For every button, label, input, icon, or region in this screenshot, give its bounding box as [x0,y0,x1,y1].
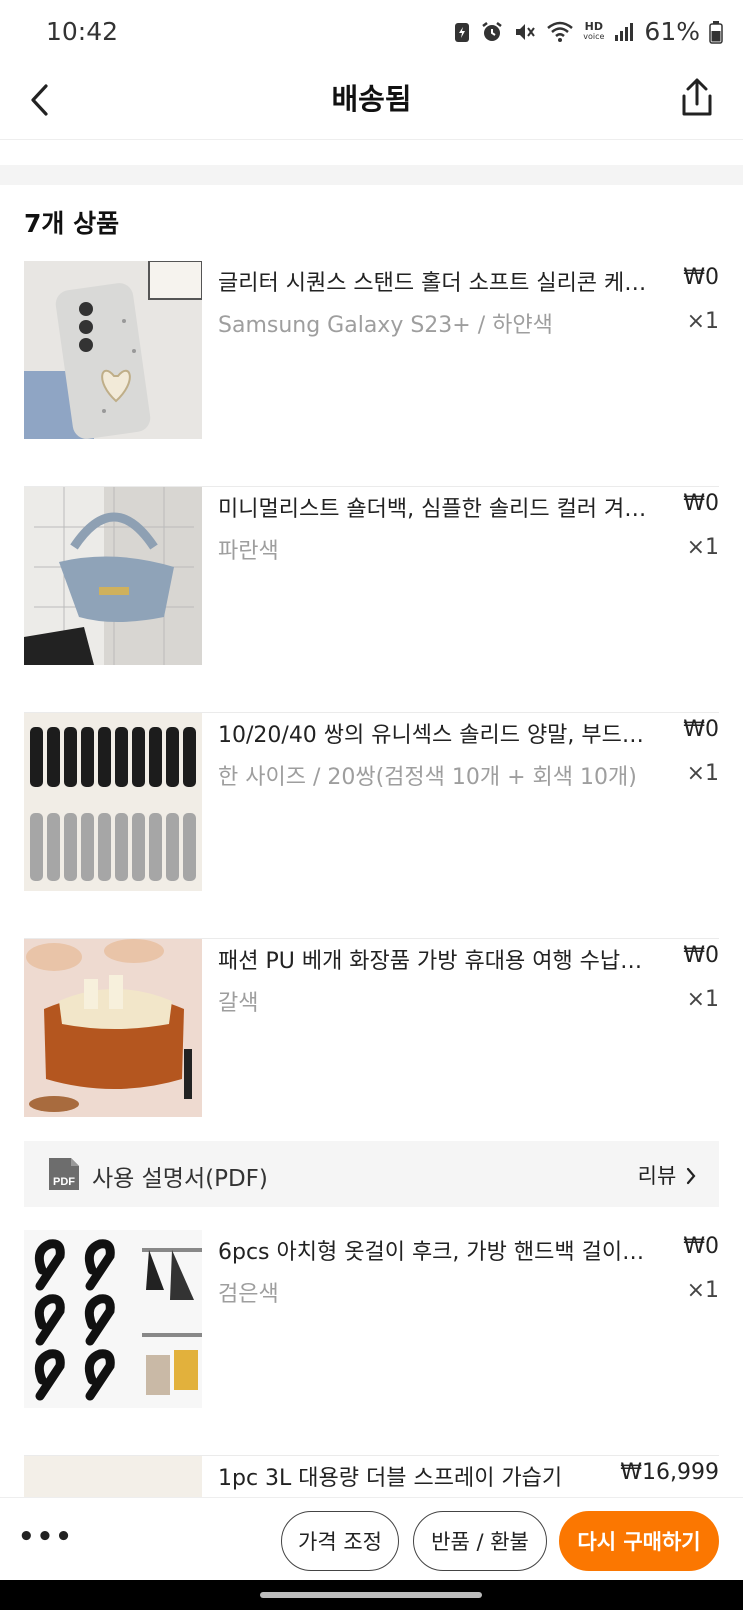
status-bar: 10:42 HD voice 61% [0,0,743,64]
order-item[interactable]: 미니멀리스트 숄더백, 심플한 솔리드 컬러 겨드랑이 가방 ₩0 파란색 ×1 [24,487,719,713]
share-icon [682,78,712,116]
bottom-action-bar: ••• 가격 조정 반품 / 환불 다시 구매하기 [0,1497,743,1580]
item-variant: 한 사이즈 / 20쌍(검정색 10개 + 회색 10개) [218,765,637,790]
share-button[interactable] [675,74,719,124]
more-options-button[interactable]: ••• [18,1522,74,1552]
hd-voice-icon: HD voice [583,19,605,42]
chevron-right-icon [686,1167,696,1185]
header: 배송됨 [0,64,743,140]
item-name: 패션 PU 베개 화장품 가방 휴대용 여행 수납 가방 [218,949,648,974]
mute-icon [516,23,536,40]
item-name: 6pcs 아치형 옷걸이 후크, 가방 핸드백 걸이 후크 [218,1240,648,1265]
battery-saver-icon [455,22,470,42]
item-quantity: ×1 [686,535,719,560]
order-item[interactable]: 패션 PU 베개 화장품 가방 휴대용 여행 수납 가방 ₩0 갈색 ×1 [24,939,719,1117]
item-price: ₩0 [683,717,719,742]
signal-icon [615,22,634,41]
product-image [24,487,202,665]
screen: 10:42 HD voice 61% 배송됨 7개 상품 글리터 시퀀스 스탠드… [0,0,743,1610]
item-quantity: ×1 [686,761,719,786]
buy-again-button[interactable]: 다시 구매하기 [559,1511,719,1571]
wifi-icon [547,21,574,42]
item-price: ₩16,999 [620,1460,719,1485]
item-price: ₩0 [683,265,719,290]
battery-level: 61% [644,17,700,46]
product-image [24,713,202,891]
item-name: 10/20/40 쌍의 유니섹스 솔리드 양말, 부드러운 양말 [218,723,648,748]
item-quantity: ×1 [686,1278,719,1303]
review-label: 리뷰 [637,1164,677,1188]
item-price: ₩0 [683,943,719,968]
home-handle[interactable] [260,1592,482,1598]
product-image [24,939,202,1117]
item-price: ₩0 [683,1234,719,1259]
item-variant: 파란색 [218,539,279,564]
order-item[interactable]: 글리터 시퀀스 스탠드 홀더 소프트 실리콘 케이스 ₩0 Samsung Ga… [24,261,719,487]
return-refund-button[interactable]: 반품 / 환불 [413,1511,547,1571]
hd-label: HD [584,19,603,33]
adjust-price-button[interactable]: 가격 조정 [281,1511,399,1571]
voice-label: voice [583,31,605,41]
item-variant: 갈색 [218,991,259,1016]
page-title: 배송됨 [331,82,412,116]
product-image [24,1230,202,1408]
item-name: 글리터 시퀀스 스탠드 홀더 소프트 실리콘 케이스 [218,271,648,296]
battery-icon [709,20,723,44]
manual-pdf-bar[interactable]: PDF 사용 설명서(PDF) 리뷰 [24,1141,719,1207]
section-divider [0,165,743,185]
status-icons: HD voice 61% [453,17,723,46]
item-variant: 검은색 [218,1282,279,1307]
pdf-icon: PDF [49,1158,79,1190]
manual-label: 사용 설명서(PDF) [92,1166,268,1192]
item-price: ₩0 [683,491,719,516]
item-name: 1pc 3L 대용량 더블 스프레이 가습기 [218,1466,563,1491]
item-quantity: ×1 [686,987,719,1012]
item-variant: Samsung Galaxy S23+ / 하얀색 [218,313,553,338]
item-name: 미니멀리스트 숄더백, 심플한 솔리드 컬러 겨드랑이 가방 [218,497,648,522]
pdf-badge: PDF [53,1176,75,1188]
review-link[interactable]: 리뷰 [638,1160,697,1190]
order-item[interactable]: 10/20/40 쌍의 유니섹스 솔리드 양말, 부드러운 양말 ₩0 한 사이… [24,713,719,939]
items-count-title: 7개 상품 [24,209,120,238]
alarm-icon [482,21,502,41]
order-item[interactable]: 6pcs 아치형 옷걸이 후크, 가방 핸드백 걸이 후크 ₩0 검은색 ×1 [24,1230,719,1456]
status-time: 10:42 [46,17,119,46]
item-quantity: ×1 [686,309,719,334]
system-nav-bar [0,1580,743,1610]
product-image [24,261,202,439]
